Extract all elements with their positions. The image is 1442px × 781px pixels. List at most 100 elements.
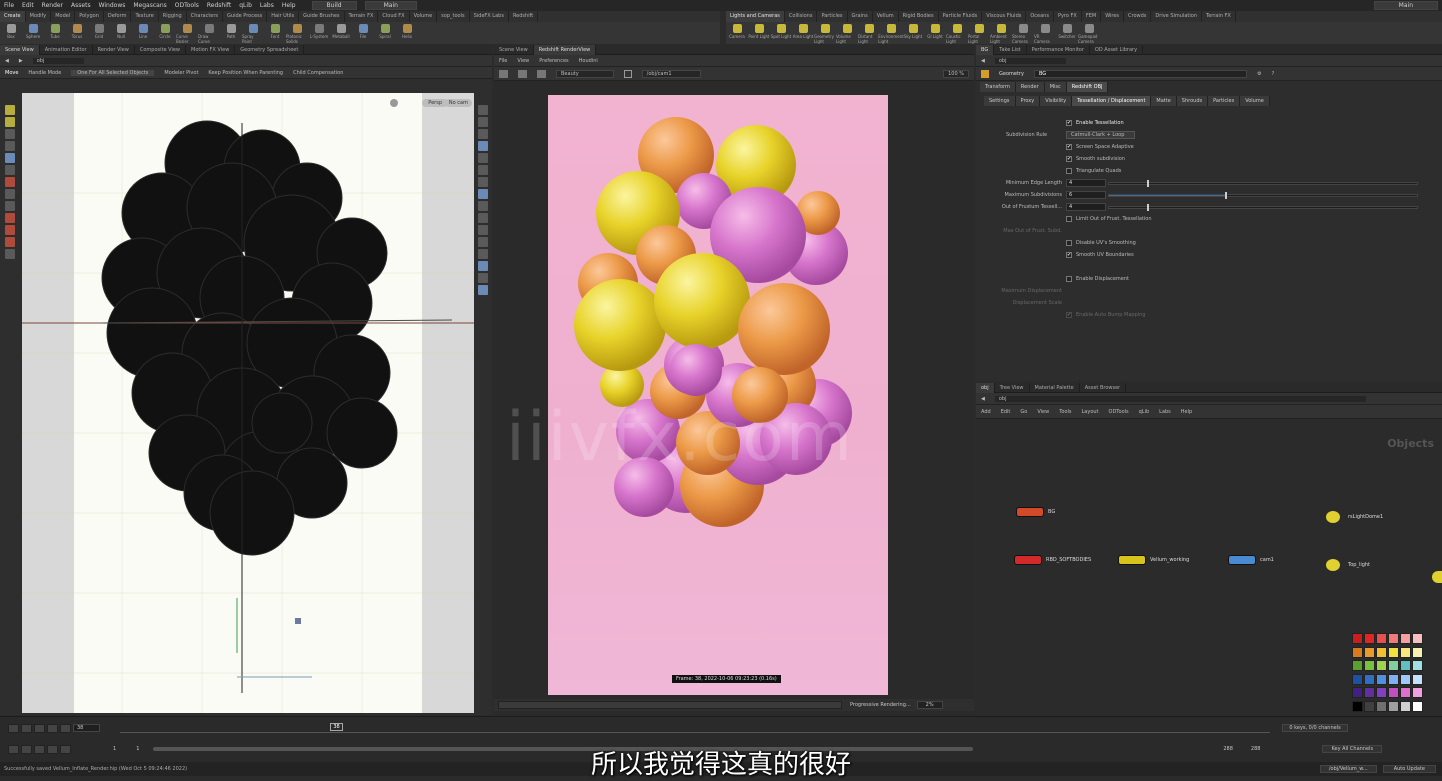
rv-menu-houdini[interactable]: Houdini xyxy=(579,58,598,64)
shelf-tab-redshift[interactable]: Redshift xyxy=(509,11,539,22)
node-bg-icon[interactable] xyxy=(1016,507,1044,517)
points-icon[interactable] xyxy=(478,165,488,175)
net-menu-tools[interactable]: Tools xyxy=(1059,409,1071,415)
tool-path[interactable]: Path xyxy=(220,22,242,44)
color-swatch[interactable] xyxy=(1400,646,1411,658)
desktop-select[interactable]: Build xyxy=(311,1,357,10)
back-arrow-icon[interactable]: ◀ xyxy=(5,58,9,64)
stab-volume[interactable]: Volume xyxy=(1240,96,1270,106)
node-toplight-icon[interactable] xyxy=(1326,559,1340,571)
color-swatch[interactable] xyxy=(1412,633,1423,644)
shelf-tab-polygon[interactable]: Polygon xyxy=(75,11,104,22)
lasso-tool-icon[interactable] xyxy=(5,237,15,247)
tool-torus[interactable]: Torus xyxy=(66,22,88,44)
menu-redshift[interactable]: Redshift xyxy=(207,2,231,9)
shelf-tab-rigid-bodies[interactable]: Rigid Bodies xyxy=(899,11,939,22)
shelf-tab-crowds[interactable]: Crowds xyxy=(1124,11,1152,22)
current-frame-field[interactable]: 38 xyxy=(73,724,101,732)
oof-slider[interactable] xyxy=(1108,203,1418,211)
shelf-tab-modify[interactable]: Modify xyxy=(26,11,52,22)
shelf-tab-terrain-fx[interactable]: Terrain FX xyxy=(345,11,379,22)
shelf-tab-cloud-fx[interactable]: Cloud FX xyxy=(378,11,410,22)
shelf-tab-volume[interactable]: Volume xyxy=(410,11,438,22)
node-top-light[interactable]: Top_light xyxy=(1326,559,1370,571)
tab-redshift-renderview[interactable]: Redshift RenderView xyxy=(533,44,597,55)
node-rslightdome1[interactable]: rsLightDome1 xyxy=(1326,511,1383,523)
tool-point-light[interactable]: Point Light xyxy=(748,22,770,44)
rotate-tool-icon[interactable] xyxy=(5,129,15,139)
shelf-tab-create[interactable]: Create xyxy=(0,11,26,22)
network-path[interactable]: obj xyxy=(32,57,85,64)
color-swatch[interactable] xyxy=(1388,673,1399,685)
tool-circle[interactable]: Circle xyxy=(154,22,176,44)
shelf-tab-sop-tools[interactable]: sop_tools xyxy=(437,11,470,22)
tab-asset-browser[interactable]: Asset Browser xyxy=(1080,382,1127,393)
handle-tool-icon[interactable] xyxy=(5,153,15,163)
color-swatch[interactable] xyxy=(1376,646,1387,658)
net-menu-view[interactable]: View xyxy=(1037,409,1049,415)
modeler-pivot-toggle[interactable]: Modeler Pivot xyxy=(164,70,198,76)
forward-arrow-icon[interactable]: ▶ xyxy=(19,58,23,64)
enable-tessellation-checkbox[interactable]: ✔ xyxy=(1066,120,1072,126)
tool-curve-bezier[interactable]: Curve Bezier xyxy=(176,22,198,44)
tool-ambient-light[interactable]: Ambient Light xyxy=(990,22,1012,44)
stab-proxy[interactable]: Proxy xyxy=(1015,96,1041,106)
step-back-button[interactable] xyxy=(21,723,32,733)
flipbook-icon[interactable] xyxy=(478,285,488,295)
min-edge-field[interactable]: 4 xyxy=(1066,179,1106,187)
rv-menu-file[interactable]: File xyxy=(499,58,507,64)
auto-bump-checkbox[interactable]: ✔ xyxy=(1066,312,1072,318)
record-tool-icon[interactable] xyxy=(5,225,15,235)
menu-qlib[interactable]: qLib xyxy=(239,2,252,9)
tool-metaball[interactable]: Metaball xyxy=(330,22,352,44)
tool-font[interactable]: Font xyxy=(264,22,286,44)
tool-stereo-camera[interactable]: Stereo Camera xyxy=(1012,22,1034,44)
stab-visibility[interactable]: Visibility xyxy=(1040,96,1073,106)
shelf-tab-grains[interactable]: Grains xyxy=(848,11,873,22)
tool-tube[interactable]: Tube xyxy=(44,22,66,44)
shelf-tab-hair-utils[interactable]: Hair Utils xyxy=(267,11,300,22)
color-swatch[interactable] xyxy=(1400,673,1411,685)
wireframe-icon[interactable] xyxy=(478,153,488,163)
tab-scene-view-2[interactable]: Scene View xyxy=(494,44,534,55)
tool-gi-light[interactable]: GI Light xyxy=(924,22,946,44)
menu-labs[interactable]: Labs xyxy=(260,2,274,9)
stop-button[interactable] xyxy=(518,69,527,78)
tool-gamepad-camera[interactable]: Gamepad Camera xyxy=(1078,22,1100,44)
menu-megascans[interactable]: Megascans xyxy=(133,2,166,9)
scale-tool-icon[interactable] xyxy=(5,141,15,151)
max-subdiv-field[interactable]: 6 xyxy=(1066,191,1106,199)
color-swatch[interactable] xyxy=(1376,673,1387,685)
node-rbd-softbodies[interactable]: RBD_SOFTBODIES xyxy=(1014,555,1091,565)
ptab-transform[interactable]: Transform xyxy=(980,82,1016,92)
aov-select[interactable]: Beauty xyxy=(556,69,614,78)
stab-settings[interactable]: Settings xyxy=(984,96,1016,106)
selected-objects-mode[interactable]: One For All Selected Objects xyxy=(71,69,155,76)
smooth-subdivision-checkbox[interactable]: ✔ xyxy=(1066,156,1072,162)
guides-icon[interactable] xyxy=(478,249,488,259)
color-swatch[interactable] xyxy=(1352,700,1363,712)
tool-geometry-light[interactable]: Geometry Light xyxy=(814,22,836,44)
tab-composite-view[interactable]: Composite View xyxy=(135,44,186,55)
ptab-misc[interactable]: Misc xyxy=(1044,82,1067,92)
tool-portal-light[interactable]: Portal Light xyxy=(968,22,990,44)
color-swatch[interactable] xyxy=(1352,673,1363,685)
color-swatch[interactable] xyxy=(1376,660,1387,671)
render-image[interactable]: Frame: 38, 2022-10-06 09:23:23 (0.16s) xyxy=(548,95,888,695)
tool-l-system[interactable]: L-System xyxy=(308,22,330,44)
rv-menu-view[interactable]: View xyxy=(517,58,529,64)
net-menu-odtools[interactable]: ODTools xyxy=(1109,409,1129,415)
color-swatch[interactable] xyxy=(1412,660,1423,671)
rv-menu-preferences[interactable]: Preferences xyxy=(539,58,568,64)
viewport-canvas[interactable]: Persp No cam xyxy=(22,93,474,713)
tool-draw-curve[interactable]: Draw Curve xyxy=(198,22,220,44)
tool-area-light[interactable]: Area Light xyxy=(792,22,814,44)
node-lightdome-icon[interactable] xyxy=(1326,511,1340,523)
min-edge-slider[interactable] xyxy=(1108,179,1418,187)
menu-assets[interactable]: Assets xyxy=(71,2,91,9)
node-bg[interactable]: BG xyxy=(1016,507,1055,517)
zoom-value[interactable]: 100 % xyxy=(943,69,969,78)
ipr-button[interactable] xyxy=(537,69,546,78)
shelf-tab-wires[interactable]: Wires xyxy=(1101,11,1125,22)
tab-motion-fx-view[interactable]: Motion FX View xyxy=(186,44,236,55)
